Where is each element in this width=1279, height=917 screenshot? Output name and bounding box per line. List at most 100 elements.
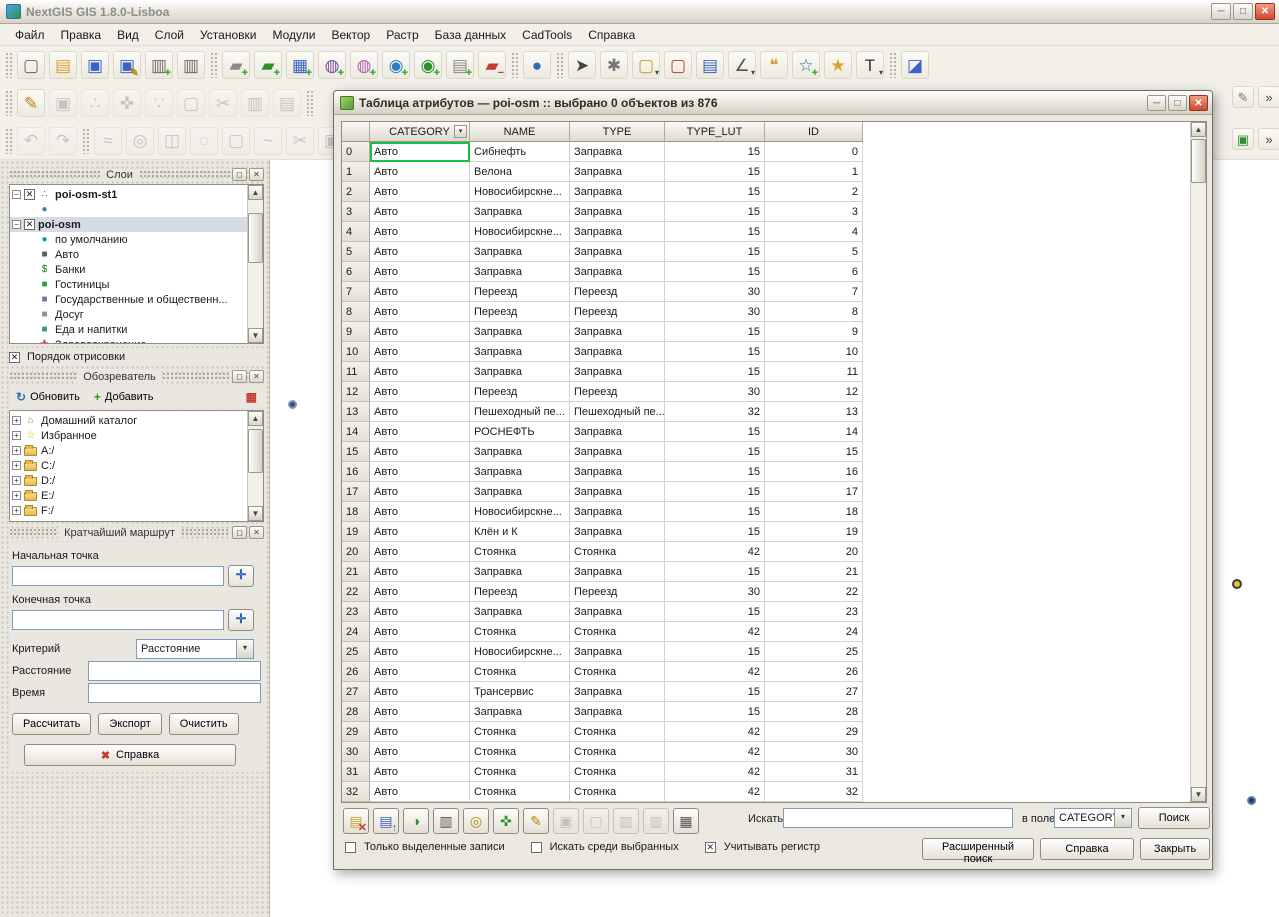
cell[interactable]: Авто (370, 722, 470, 742)
cell[interactable]: Заправка (570, 362, 665, 382)
cell[interactable]: 15 (665, 462, 765, 482)
cell[interactable]: Авто (370, 662, 470, 682)
cell[interactable]: 10 (765, 342, 863, 362)
row-header[interactable]: 7 (342, 282, 370, 302)
time-field[interactable] (88, 683, 261, 703)
cell[interactable]: Клён и К (470, 522, 570, 542)
cell[interactable]: Заправка (570, 182, 665, 202)
menu-item[interactable]: CadTools (515, 26, 579, 44)
new-shapefile-layer-icon[interactable]: ▰+ (222, 51, 250, 79)
cell[interactable]: 28 (765, 702, 863, 722)
menu-item[interactable]: Вид (110, 26, 146, 44)
field-calculator-icon[interactable]: ▦ (673, 808, 699, 834)
cell[interactable]: 30 (665, 382, 765, 402)
cell[interactable]: Заправка (570, 462, 665, 482)
table-row[interactable]: 1АвтоВелонаЗаправка151 (342, 162, 1190, 182)
cell[interactable]: 42 (665, 742, 765, 762)
legend-leisure[interactable]: ■Досуг (10, 307, 247, 322)
cell[interactable]: 27 (765, 682, 863, 702)
row-header[interactable]: 19 (342, 522, 370, 542)
save-project-as-icon[interactable]: ▣✎ (113, 51, 141, 79)
overflow-chevron-icon[interactable]: » (1258, 128, 1279, 150)
add-delimited-text-layer-icon[interactable]: ▤+ (446, 51, 474, 79)
cell[interactable]: 15 (665, 522, 765, 542)
cell[interactable]: Авто (370, 402, 470, 422)
cell[interactable]: Заправка (570, 202, 665, 222)
cell[interactable]: Авто (370, 582, 470, 602)
cell[interactable]: 21 (765, 562, 863, 582)
layer-visibility-checkbox[interactable] (24, 219, 35, 230)
cell[interactable]: Заправка (570, 142, 665, 162)
table-row[interactable]: 11АвтоЗаправкаЗаправка1511 (342, 362, 1190, 382)
legend-hotels[interactable]: ■Гостиницы (10, 277, 247, 292)
cell[interactable]: Авто (370, 142, 470, 162)
export-button[interactable]: Экспорт (98, 713, 161, 735)
new-bookmark-icon[interactable]: ☆+ (792, 51, 820, 79)
cell[interactable]: Заправка (570, 222, 665, 242)
browser-panel-float-button[interactable] (232, 370, 247, 383)
table-row[interactable]: 24АвтоСтоянкаСтоянка4224 (342, 622, 1190, 642)
row-header[interactable]: 30 (342, 742, 370, 762)
cell[interactable]: 9 (765, 322, 863, 342)
clear-button[interactable]: Очистить (169, 713, 239, 735)
cell[interactable]: Авто (370, 302, 470, 322)
cell[interactable]: Заправка (470, 562, 570, 582)
column-header-id[interactable]: ID (765, 122, 863, 142)
cell[interactable]: 42 (665, 542, 765, 562)
cell[interactable]: Заправка (570, 482, 665, 502)
cell[interactable]: Авто (370, 782, 470, 802)
show-bookmarks-icon[interactable]: ★ (824, 51, 852, 79)
cell[interactable]: Авто (370, 742, 470, 762)
cell[interactable]: Авто (370, 642, 470, 662)
cell[interactable]: Стоянка (570, 742, 665, 762)
cell[interactable]: Пешеходный пе... (570, 402, 665, 422)
row-header[interactable]: 8 (342, 302, 370, 322)
cell[interactable]: Заправка (570, 242, 665, 262)
table-row[interactable]: 31АвтоСтоянкаСтоянка4231 (342, 762, 1190, 782)
cell[interactable]: Заправка (470, 342, 570, 362)
cell[interactable]: 15 (665, 562, 765, 582)
cell[interactable]: 25 (765, 642, 863, 662)
cell[interactable]: Авто (370, 522, 470, 542)
cell[interactable]: Авто (370, 562, 470, 582)
cell[interactable]: Заправка (470, 602, 570, 622)
selected-only-checkbox[interactable]: Только выделенные записи (345, 841, 505, 853)
cell[interactable]: 15 (665, 242, 765, 262)
cell[interactable]: Авто (370, 702, 470, 722)
close-button[interactable] (1255, 3, 1275, 20)
chevron-down-icon[interactable] (1114, 809, 1131, 827)
table-row[interactable]: 10АвтоЗаправкаЗаправка1510 (342, 342, 1190, 362)
cell[interactable]: Авто (370, 162, 470, 182)
cell[interactable]: Стоянка (570, 722, 665, 742)
panel-drag-handle[interactable] (9, 372, 77, 381)
table-corner[interactable] (342, 122, 370, 142)
table-row[interactable]: 21АвтоЗаправкаЗаправка1521 (342, 562, 1190, 582)
cell[interactable]: 3 (765, 202, 863, 222)
cell[interactable]: Пешеходный пе... (470, 402, 570, 422)
end-point-input[interactable] (12, 610, 224, 630)
cell[interactable]: Авто (370, 602, 470, 622)
cell[interactable]: 32 (665, 402, 765, 422)
cell[interactable]: Заправка (570, 162, 665, 182)
table-scrollbar[interactable]: ▲ ▼ (1190, 122, 1206, 802)
layer-symbol-item[interactable]: ● (10, 202, 247, 217)
cell[interactable]: Заправка (570, 602, 665, 622)
table-row[interactable]: 12АвтоПереездПереезд3012 (342, 382, 1190, 402)
scroll-up-icon[interactable]: ▲ (1191, 122, 1206, 137)
cell[interactable]: Стоянка (570, 782, 665, 802)
cell[interactable]: Авто (370, 222, 470, 242)
add-selected-layers-button[interactable]: + Добавить (87, 390, 161, 404)
row-header[interactable]: 14 (342, 422, 370, 442)
cell[interactable]: 42 (665, 622, 765, 642)
cell[interactable]: Сибнефть (470, 142, 570, 162)
cell[interactable]: Заправка (570, 322, 665, 342)
cell[interactable]: Авто (370, 202, 470, 222)
overflow-chevron-icon[interactable]: » (1258, 86, 1279, 108)
cell[interactable]: Авто (370, 422, 470, 442)
pick-start-point-icon[interactable] (228, 565, 254, 587)
table-row[interactable]: 27АвтоТрансервисЗаправка1527 (342, 682, 1190, 702)
add-postgis-layer-icon[interactable]: ◍+ (318, 51, 346, 79)
row-header[interactable]: 24 (342, 622, 370, 642)
add-wfs-layer-icon[interactable]: ◉+ (414, 51, 442, 79)
cell[interactable]: 26 (765, 662, 863, 682)
